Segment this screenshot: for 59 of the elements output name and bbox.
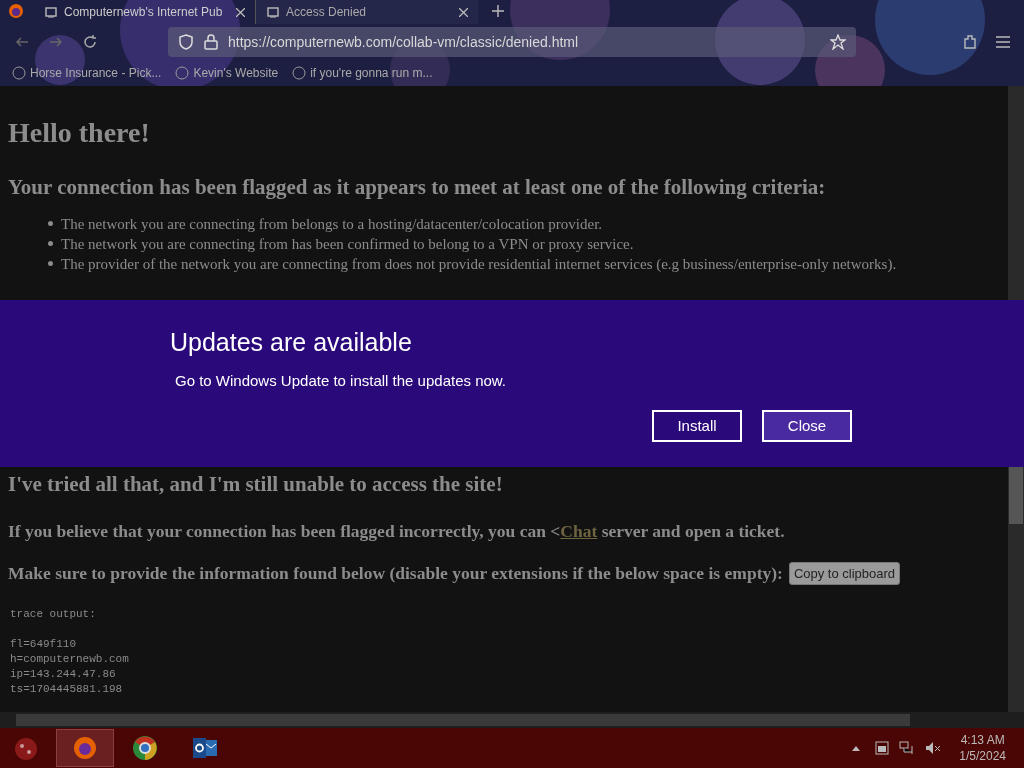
trace-line: ip=143.244.47.86 [10,666,116,682]
notification-message: Go to Windows Update to install the updates now. [175,371,507,391]
browser-tab[interactable]: Access Denied [256,0,478,24]
shield-icon[interactable] [178,34,194,50]
trace-label: trace output: [10,606,96,622]
address-bar[interactable]: https://computernewb.com/collab-vm/classic/denied.html [168,27,856,57]
browser-logo-icon[interactable] [8,3,24,19]
bullet-icon [48,261,53,266]
bookmark-label: Horse Insurance - Pick... [30,65,162,82]
ticket-paragraph: If you believe that your connection has been flagged incorrectly, you can <Chat server and open a ticket. [8,520,785,543]
trace-line: fl=649f110 [10,636,76,652]
notification-title: Updates are available [170,327,412,358]
clock-date[interactable]: 1/5/2024 [959,748,1006,764]
criteria-heading: Your connection has been flagged as it appears to meet at least one of the following criteria: [8,174,826,201]
criteria-item: The network you are connecting from belongs to a hosting/datacenter/colocation provider. [61,214,603,234]
tray-window-icon[interactable] [875,741,890,755]
bookmark[interactable]: Horse Insurance - Pick... [12,64,162,82]
browser-tab[interactable]: Computernewb's Internet Pub [34,0,256,24]
tray-arrow-icon[interactable] [851,744,862,752]
reload-icon[interactable] [82,34,98,50]
bookmark[interactable]: Kevin's Website [175,64,279,82]
bullet-icon [48,241,53,246]
tab-title: Access Denied [286,4,367,21]
bookmark[interactable]: if you're gonna run m... [292,64,433,82]
notification-button[interactable]: Install [652,410,742,442]
horizontal-scrollbar[interactable] [0,712,1024,728]
tab-close-icon[interactable] [236,7,245,17]
outlook-icon [192,737,218,759]
firefox-icon [73,736,97,760]
page-heading: Hello there! [8,116,150,150]
tab-close-icon[interactable] [459,7,468,17]
bookmark-favicon-icon [292,66,307,80]
tab-favicon-icon [44,5,58,19]
bookmark-label: if you're gonna run m... [310,65,433,82]
extensions-icon[interactable] [962,34,978,50]
muted-speaker-icon[interactable] [925,741,942,755]
clock-time[interactable]: 4:13 AM [960,732,1005,748]
bookmark-label: Kevin's Website [193,65,279,82]
menu-icon[interactable] [996,36,1010,48]
chrome-icon [132,735,158,761]
notification-button[interactable]: Close [762,410,852,442]
section-heading: I've tried all that, and I'm still unable to access the site! [8,470,503,498]
criteria-item: The network you are connecting from has been confirmed to belong to a VPN or proxy service. [61,234,634,254]
bookmark-favicon-icon [12,66,26,80]
bookmark-favicon-icon [175,66,190,80]
bookmark-star-icon[interactable] [830,34,846,50]
trace-line: ts=1704445881.198 [10,681,123,697]
tab-favicon-icon [266,5,280,19]
bullet-icon [48,221,53,226]
scrollbar-thumb[interactable] [16,714,910,726]
copy-button[interactable]: Copy to clipboard [788,561,901,586]
trace-line: h=computernewb.com [10,651,129,667]
instruction-text: Make sure to provide the information found below (disable your extensions if the below space is empty): [8,562,783,586]
tab-title: Computernewb's Internet Pub [64,4,223,21]
url-text: https://computernewb.com/collab-vm/classic/denied.html [228,32,580,52]
new-tab-icon[interactable] [492,5,504,17]
criteria-item: The provider of the network you are connecting from does not provide residential internet services (e.g business/enterprise-only networks). [61,254,897,274]
network-icon[interactable] [899,741,916,755]
lock-icon [204,34,218,50]
